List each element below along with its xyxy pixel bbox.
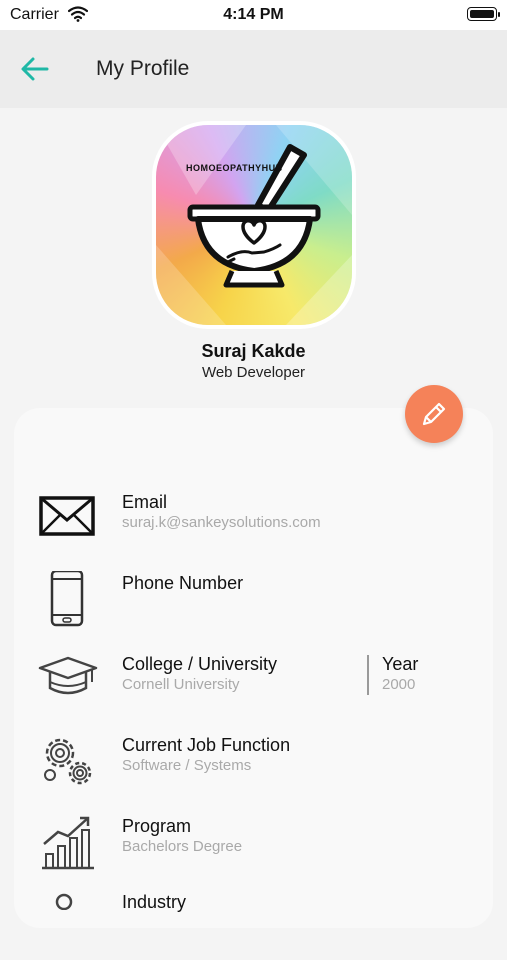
program-label: Program bbox=[122, 816, 192, 836]
college-label: College / University bbox=[122, 654, 278, 674]
user-role: Web Developer bbox=[201, 364, 306, 381]
industry-label: Industry bbox=[122, 892, 187, 912]
email-row[interactable]: Email suraj.k@sankeysolutions.com bbox=[14, 490, 493, 560]
program-value: Bachelors Degree bbox=[122, 838, 243, 855]
user-name: Suraj Kakde bbox=[201, 341, 306, 361]
smartphone-icon bbox=[38, 569, 98, 633]
job-function-label: Current Job Function bbox=[122, 735, 291, 755]
year-label: Year bbox=[382, 654, 419, 674]
college-row[interactable]: College / University Cornell University … bbox=[14, 652, 493, 722]
profile-avatar[interactable]: HOMOEOPATHYHUB bbox=[156, 125, 352, 325]
battery-icon bbox=[467, 7, 500, 21]
job-function-row[interactable]: Current Job Function Software / Systems bbox=[14, 733, 493, 803]
back-button[interactable] bbox=[18, 52, 52, 86]
industry-row[interactable]: Industry bbox=[14, 890, 493, 960]
pencil-icon bbox=[422, 402, 446, 426]
email-label: Email bbox=[122, 492, 168, 512]
clock: 4:14 PM bbox=[223, 6, 284, 23]
logo-brand-text: HOMOEOPATHYHUB bbox=[186, 163, 283, 173]
envelope-icon bbox=[38, 490, 98, 552]
phone-label: Phone Number bbox=[122, 573, 244, 593]
app-bar: My Profile bbox=[0, 30, 507, 108]
edit-profile-button[interactable] bbox=[405, 385, 463, 443]
phone-row[interactable]: Phone Number bbox=[14, 569, 493, 641]
graduation-cap-icon bbox=[38, 652, 98, 714]
email-value: suraj.k@sankeysolutions.com bbox=[122, 514, 321, 531]
growth-chart-icon bbox=[38, 814, 98, 876]
page-title: My Profile bbox=[96, 57, 190, 80]
program-row[interactable]: Program Bachelors Degree bbox=[14, 814, 493, 884]
year-divider bbox=[367, 655, 369, 695]
status-bar: Carrier 4:14 PM bbox=[0, 0, 507, 30]
gears-icon bbox=[38, 733, 98, 795]
arrow-left-icon bbox=[21, 57, 49, 81]
year-value: 2000 bbox=[382, 676, 416, 693]
job-function-value: Software / Systems bbox=[122, 757, 252, 774]
college-value: Cornell University bbox=[122, 676, 240, 693]
mortar-pestle-logo-icon bbox=[156, 125, 352, 325]
location-pin-icon bbox=[38, 890, 98, 952]
